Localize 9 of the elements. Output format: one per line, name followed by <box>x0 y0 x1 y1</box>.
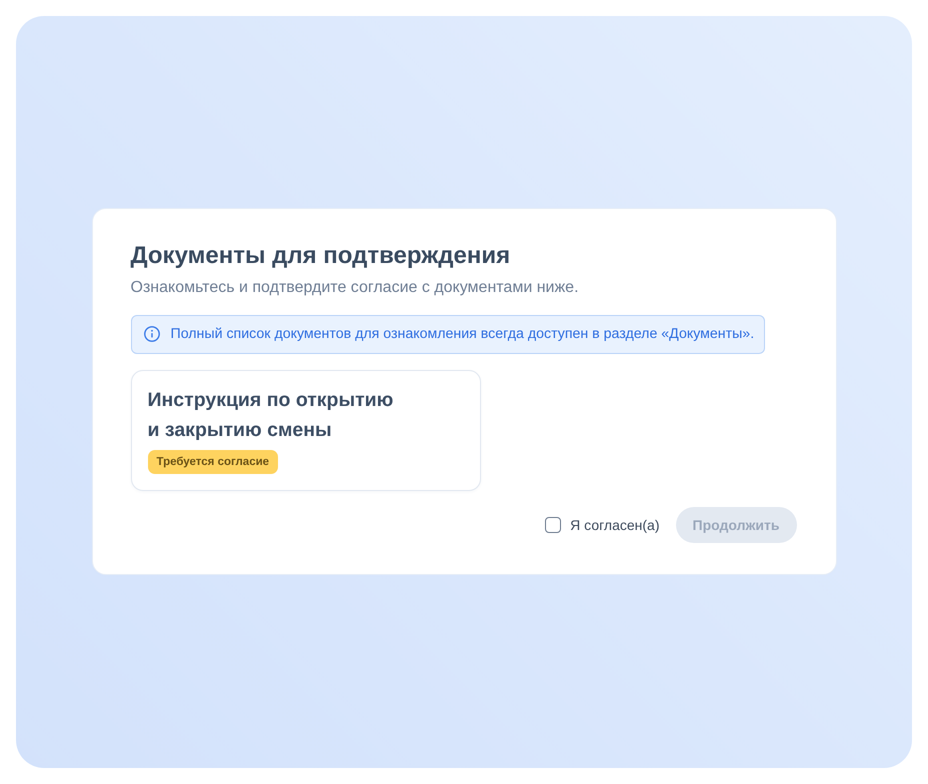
status-tag: Требуется согласие <box>148 450 278 474</box>
document-title: Инструкция по открытию и закрытию смены <box>148 388 394 442</box>
dialog-title: Документы для подтверждения <box>130 240 512 270</box>
dialog-subtitle: Ознакомьтесь и подтвердите согласие с документами ниже. <box>130 278 580 298</box>
info-icon <box>144 326 160 342</box>
agree-label[interactable]: Я согласен(а) <box>570 516 660 532</box>
document-card[interactable]: Инструкция по открытию и закрытию смены Требуется согласие <box>130 370 480 490</box>
info-text: Полный список документов для ознакомления всегда доступен в разделе «Документы». <box>170 326 754 342</box>
agree-checkbox[interactable] <box>545 516 562 532</box>
